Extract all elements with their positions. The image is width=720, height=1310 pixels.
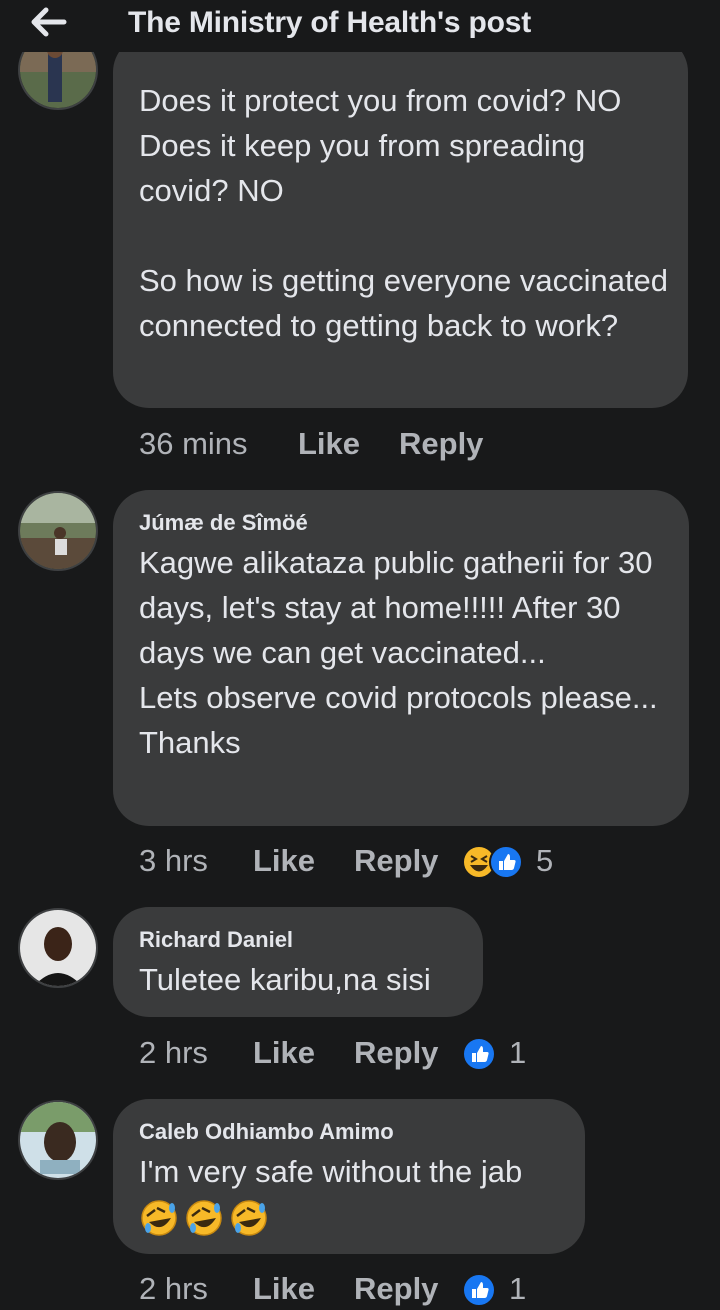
comment-emoji-row (139, 1198, 279, 1238)
like-button[interactable]: Like (298, 426, 360, 462)
comment-time: 3 hrs (139, 843, 208, 878)
reply-button[interactable]: Reply (399, 426, 483, 462)
like-button[interactable]: Like (253, 1271, 315, 1307)
reply-button[interactable]: Reply (354, 1271, 438, 1307)
comment-author[interactable]: Caleb Odhiambo Amimo (139, 1119, 394, 1145)
reply-button[interactable]: Reply (354, 1035, 438, 1071)
reaction-count[interactable]: 1 (509, 1271, 526, 1307)
like-button[interactable]: Like (253, 843, 315, 879)
comment-text: I'm very safe without the jab (139, 1154, 523, 1189)
comment-text: Does it protect you from covid? NO Does … (139, 83, 669, 343)
reply-button[interactable]: Reply (354, 843, 438, 879)
page-title: The Ministry of Health's post (128, 6, 532, 39)
comment-text: Tuletee karibu,na sisi (139, 962, 431, 997)
avatar[interactable] (18, 491, 98, 571)
avatar[interactable] (18, 908, 98, 988)
comment-author[interactable]: Richard Daniel (139, 927, 293, 953)
comment-time: 2 hrs (139, 1271, 208, 1306)
reaction-count[interactable]: 1 (509, 1035, 526, 1071)
like-icon[interactable] (461, 1272, 497, 1310)
comment-text: Kagwe alikataza public gatherii for 30 d… (139, 545, 658, 760)
like-icon[interactable] (488, 844, 524, 885)
comment-author[interactable]: Júmæ de Sîmöé (139, 510, 308, 536)
like-icon[interactable] (461, 1036, 497, 1077)
like-button[interactable]: Like (253, 1035, 315, 1071)
reaction-count[interactable]: 5 (536, 843, 553, 879)
rolling-on-floor-laughing-emoji (231, 1200, 267, 1236)
back-arrow-icon[interactable] (26, 4, 70, 40)
rolling-on-floor-laughing-emoji (141, 1200, 177, 1236)
avatar[interactable] (18, 1100, 98, 1180)
comment-time: 36 mins (139, 426, 248, 461)
comment-time: 2 hrs (139, 1035, 208, 1070)
app-header: The Ministry of Health's post (0, 0, 720, 52)
rolling-on-floor-laughing-emoji (186, 1200, 222, 1236)
